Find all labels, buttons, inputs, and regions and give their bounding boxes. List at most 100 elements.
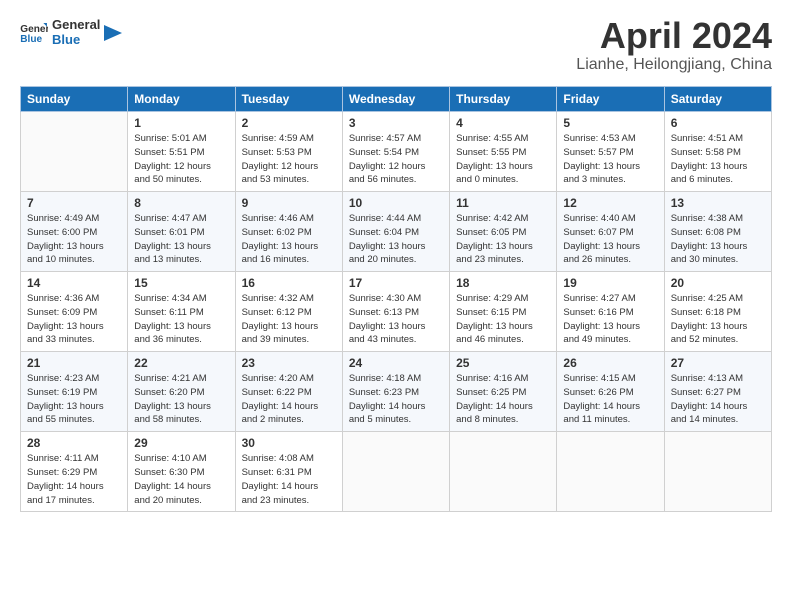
logo-icon: General Blue	[20, 22, 48, 44]
calendar-cell	[450, 432, 557, 512]
calendar-week-row: 28Sunrise: 4:11 AMSunset: 6:29 PMDayligh…	[21, 432, 772, 512]
day-number: 15	[134, 276, 228, 290]
day-number: 8	[134, 196, 228, 210]
calendar-cell: 24 Sunrise: 4:18 AMSunset: 6:23 PMDayligh…	[342, 352, 449, 432]
day-info: Sunrise: 4:46 AMSunset: 6:02 PMDaylight:…	[242, 212, 336, 267]
day-info: Sunrise: 4:11 AMSunset: 6:29 PMDaylight:…	[27, 452, 121, 507]
day-number: 23	[242, 356, 336, 370]
day-info: Sunrise: 5:01 AMSunset: 5:51 PMDaylight:…	[134, 132, 228, 187]
day-info: Sunrise: 4:49 AMSunset: 6:00 PMDaylight:…	[27, 212, 121, 267]
svg-text:Blue: Blue	[20, 34, 42, 44]
day-info: Sunrise: 4:10 AMSunset: 6:30 PMDaylight:…	[134, 452, 228, 507]
day-info: Sunrise: 4:51 AMSunset: 5:58 PMDaylight:…	[671, 132, 765, 187]
day-number: 1	[134, 116, 228, 130]
day-number: 11	[456, 196, 550, 210]
calendar-cell: 7 Sunrise: 4:49 AMSunset: 6:00 PMDaylight…	[21, 192, 128, 272]
calendar-week-row: 21 Sunrise: 4:23 AMSunset: 6:19 PMDayligh…	[21, 352, 772, 432]
calendar-cell: 27 Sunrise: 4:13 AMSunset: 6:27 PMDayligh…	[664, 352, 771, 432]
day-number: 6	[671, 116, 765, 130]
day-number: 18	[456, 276, 550, 290]
calendar-cell: 23 Sunrise: 4:20 AMSunset: 6:22 PMDayligh…	[235, 352, 342, 432]
calendar-cell: 8 Sunrise: 4:47 AMSunset: 6:01 PMDaylight…	[128, 192, 235, 272]
day-number: 30	[242, 436, 336, 450]
logo-text-line2: Blue	[52, 33, 100, 48]
day-info: Sunrise: 4:27 AMSunset: 6:16 PMDaylight:…	[563, 292, 657, 347]
day-info: Sunrise: 4:13 AMSunset: 6:27 PMDaylight:…	[671, 372, 765, 427]
location: Lianhe, Heilongjiang, China	[576, 56, 772, 74]
calendar-cell: 21 Sunrise: 4:23 AMSunset: 6:19 PMDayligh…	[21, 352, 128, 432]
calendar-cell	[21, 112, 128, 192]
day-info: Sunrise: 4:38 AMSunset: 6:08 PMDaylight:…	[671, 212, 765, 267]
day-number: 17	[349, 276, 443, 290]
calendar-cell	[557, 432, 664, 512]
day-number: 4	[456, 116, 550, 130]
day-number: 26	[563, 356, 657, 370]
weekday-header-thursday: Thursday	[450, 87, 557, 112]
calendar-cell: 15 Sunrise: 4:34 AMSunset: 6:11 PMDayligh…	[128, 272, 235, 352]
day-info: Sunrise: 4:18 AMSunset: 6:23 PMDaylight:…	[349, 372, 443, 427]
day-info: Sunrise: 4:55 AMSunset: 5:55 PMDaylight:…	[456, 132, 550, 187]
day-info: Sunrise: 4:53 AMSunset: 5:57 PMDaylight:…	[563, 132, 657, 187]
day-number: 24	[349, 356, 443, 370]
day-number: 10	[349, 196, 443, 210]
day-info: Sunrise: 4:21 AMSunset: 6:20 PMDaylight:…	[134, 372, 228, 427]
day-info: Sunrise: 4:47 AMSunset: 6:01 PMDaylight:…	[134, 212, 228, 267]
day-number: 21	[27, 356, 121, 370]
day-info: Sunrise: 4:30 AMSunset: 6:13 PMDaylight:…	[349, 292, 443, 347]
day-number: 9	[242, 196, 336, 210]
weekday-header-saturday: Saturday	[664, 87, 771, 112]
page-container: General Blue General Blue April 2024 Lia…	[0, 0, 792, 522]
calendar-cell: 18 Sunrise: 4:29 AMSunset: 6:15 PMDayligh…	[450, 272, 557, 352]
logo-text-line1: General	[52, 18, 100, 33]
calendar-cell	[342, 432, 449, 512]
calendar-cell: 13 Sunrise: 4:38 AMSunset: 6:08 PMDayligh…	[664, 192, 771, 272]
calendar-cell: 20Sunrise: 4:25 AMSunset: 6:18 PMDayligh…	[664, 272, 771, 352]
logo: General Blue General Blue	[20, 18, 122, 48]
day-number: 7	[27, 196, 121, 210]
day-info: Sunrise: 4:08 AMSunset: 6:31 PMDaylight:…	[242, 452, 336, 507]
calendar-cell: 1 Sunrise: 5:01 AMSunset: 5:51 PMDaylight…	[128, 112, 235, 192]
calendar-cell: 10 Sunrise: 4:44 AMSunset: 6:04 PMDayligh…	[342, 192, 449, 272]
logo-arrow-icon	[104, 25, 122, 41]
day-info: Sunrise: 4:57 AMSunset: 5:54 PMDaylight:…	[349, 132, 443, 187]
day-info: Sunrise: 4:32 AMSunset: 6:12 PMDaylight:…	[242, 292, 336, 347]
day-info: Sunrise: 4:15 AMSunset: 6:26 PMDaylight:…	[563, 372, 657, 427]
weekday-header-row: SundayMondayTuesdayWednesdayThursdayFrid…	[21, 87, 772, 112]
day-info: Sunrise: 4:44 AMSunset: 6:04 PMDaylight:…	[349, 212, 443, 267]
calendar-cell: 9 Sunrise: 4:46 AMSunset: 6:02 PMDaylight…	[235, 192, 342, 272]
day-info: Sunrise: 4:23 AMSunset: 6:19 PMDaylight:…	[27, 372, 121, 427]
day-info: Sunrise: 4:36 AMSunset: 6:09 PMDaylight:…	[27, 292, 121, 347]
calendar-cell: 28Sunrise: 4:11 AMSunset: 6:29 PMDayligh…	[21, 432, 128, 512]
calendar-week-row: 7 Sunrise: 4:49 AMSunset: 6:00 PMDaylight…	[21, 192, 772, 272]
calendar-cell: 3Sunrise: 4:57 AMSunset: 5:54 PMDaylight…	[342, 112, 449, 192]
weekday-header-sunday: Sunday	[21, 87, 128, 112]
day-info: Sunrise: 4:42 AMSunset: 6:05 PMDaylight:…	[456, 212, 550, 267]
day-info: Sunrise: 4:59 AMSunset: 5:53 PMDaylight:…	[242, 132, 336, 187]
weekday-header-tuesday: Tuesday	[235, 87, 342, 112]
weekday-header-monday: Monday	[128, 87, 235, 112]
day-info: Sunrise: 4:34 AMSunset: 6:11 PMDaylight:…	[134, 292, 228, 347]
calendar-cell: 17 Sunrise: 4:30 AMSunset: 6:13 PMDayligh…	[342, 272, 449, 352]
calendar-cell: 4 Sunrise: 4:55 AMSunset: 5:55 PMDaylight…	[450, 112, 557, 192]
day-number: 12	[563, 196, 657, 210]
calendar-cell: 22 Sunrise: 4:21 AMSunset: 6:20 PMDayligh…	[128, 352, 235, 432]
calendar-week-row: 1 Sunrise: 5:01 AMSunset: 5:51 PMDaylight…	[21, 112, 772, 192]
month-title: April 2024	[576, 18, 772, 54]
calendar-week-row: 14Sunrise: 4:36 AMSunset: 6:09 PMDayligh…	[21, 272, 772, 352]
calendar-cell: 19 Sunrise: 4:27 AMSunset: 6:16 PMDayligh…	[557, 272, 664, 352]
weekday-header-friday: Friday	[557, 87, 664, 112]
day-number: 22	[134, 356, 228, 370]
day-number: 19	[563, 276, 657, 290]
day-number: 16	[242, 276, 336, 290]
day-number: 5	[563, 116, 657, 130]
calendar-cell: 6 Sunrise: 4:51 AMSunset: 5:58 PMDaylight…	[664, 112, 771, 192]
calendar-cell: 12Sunrise: 4:40 AMSunset: 6:07 PMDayligh…	[557, 192, 664, 272]
day-number: 27	[671, 356, 765, 370]
day-info: Sunrise: 4:20 AMSunset: 6:22 PMDaylight:…	[242, 372, 336, 427]
day-number: 13	[671, 196, 765, 210]
day-number: 20	[671, 276, 765, 290]
day-info: Sunrise: 4:29 AMSunset: 6:15 PMDaylight:…	[456, 292, 550, 347]
day-number: 2	[242, 116, 336, 130]
day-info: Sunrise: 4:16 AMSunset: 6:25 PMDaylight:…	[456, 372, 550, 427]
calendar-cell	[664, 432, 771, 512]
